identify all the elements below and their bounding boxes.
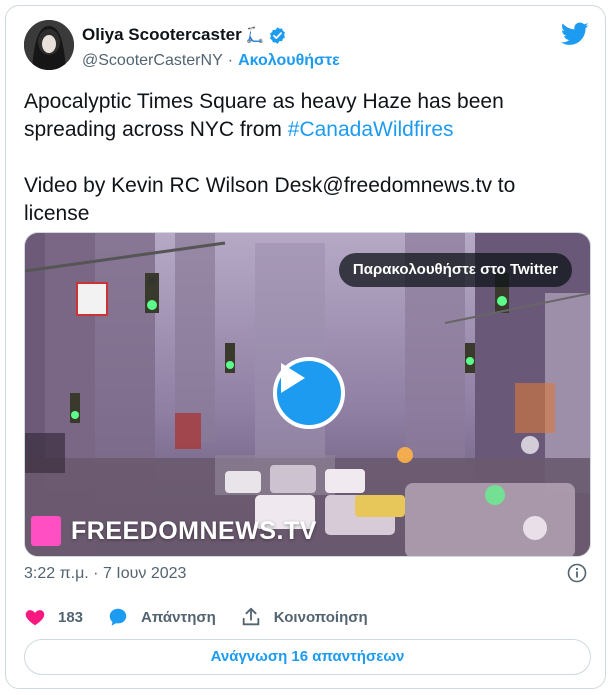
reply-label: Απάντηση — [141, 608, 216, 626]
tweet-paragraph-1: Apocalyptic Times Square as heavy Haze h… — [24, 88, 584, 144]
reply-bubble-icon — [109, 608, 127, 626]
follow-button[interactable]: Ακολουθήστε — [238, 52, 340, 70]
video-player[interactable]: Παρακολουθήστε στο Twitter FREEDOMNEWS.T… — [24, 232, 591, 557]
share-label: Κοινοποίηση — [273, 608, 368, 626]
hashtag-link[interactable]: #CanadaWildfires — [288, 118, 454, 141]
share-upload-icon — [242, 607, 260, 626]
heart-icon — [25, 610, 45, 626]
author-handle-row: @ScooterCasterNY · Ακολουθήστε — [82, 52, 340, 70]
verified-badge-icon — [270, 26, 286, 44]
tweet-actions: 183 Απάντηση Κοινοποίηση — [24, 606, 392, 628]
author-name-row[interactable]: Oliya Scootercaster 🛴 — [82, 25, 287, 45]
likes-count: 183 — [58, 608, 84, 626]
tweet-timestamp[interactable]: 3:22 π.μ. · 7 Ιουν 2023 — [24, 565, 186, 583]
author-name[interactable]: Oliya Scootercaster — [82, 25, 242, 45]
read-replies-button[interactable]: Ανάγνωση 16 απαντήσεων — [24, 639, 591, 675]
play-icon — [281, 363, 305, 393]
video-watermark: FREEDOMNEWS.TV — [31, 516, 317, 546]
tweet-text: Apocalyptic Times Square as heavy Haze h… — [24, 88, 584, 228]
avatar[interactable] — [24, 20, 74, 70]
author-handle[interactable]: @ScooterCasterNY — [82, 52, 223, 70]
scooter-emoji-icon: 🛴 — [245, 27, 265, 44]
twitter-bird-icon[interactable] — [561, 22, 589, 46]
tweet-card: Oliya Scootercaster 🛴 @ScooterCasterNY ·… — [5, 5, 606, 689]
tweet-paragraph-2: Video by Kevin RC Wilson Desk@freedomnew… — [24, 174, 516, 225]
play-button[interactable] — [273, 357, 345, 429]
watch-on-twitter-button[interactable]: Παρακολουθήστε στο Twitter — [338, 253, 572, 287]
info-icon[interactable] — [567, 563, 587, 583]
reply-button[interactable]: Απάντηση — [107, 606, 216, 628]
like-button[interactable]: 183 — [24, 606, 83, 628]
separator-dot: · — [227, 52, 234, 69]
watermark-logo-square — [31, 516, 61, 546]
watermark-text: FREEDOMNEWS.TV — [71, 516, 317, 545]
share-button[interactable]: Κοινοποίηση — [240, 606, 368, 628]
